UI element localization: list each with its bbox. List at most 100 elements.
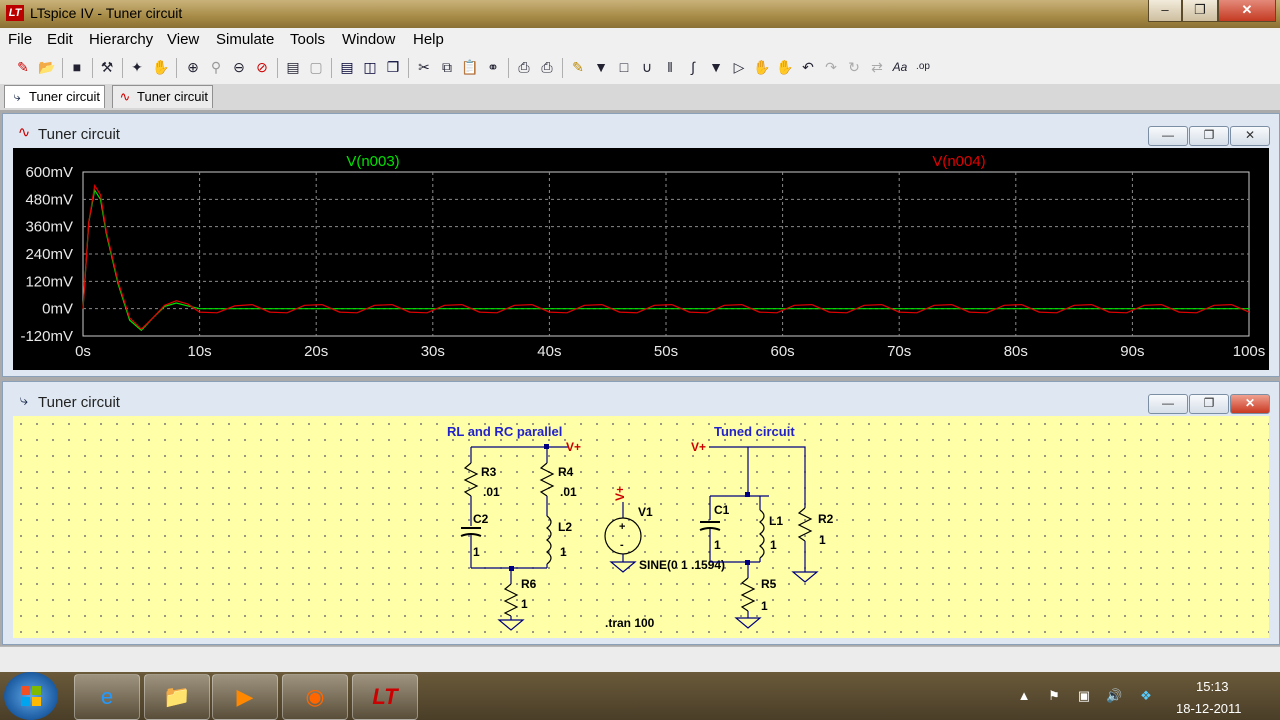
capacitor-icon[interactable]: ‖ [661,58,679,76]
r2-value: 1 [819,533,826,547]
internet-explorer-icon[interactable]: e [74,674,140,720]
text-icon[interactable]: Aa [891,58,909,76]
move-icon[interactable]: ✋ [753,58,771,76]
spice-directive-icon[interactable]: .op [914,58,932,76]
redo-icon[interactable]: ↷ [822,58,840,76]
schematic-canvas[interactable]: RL and RC parallel V+ R3 .01 C2 1 R4 .01… [13,416,1269,638]
x-tick-label: 40s [537,343,561,360]
inductor-icon[interactable]: ∫ [684,58,702,76]
network-icon[interactable]: ▣ [1076,688,1092,704]
y-tick-label: 120mV [25,273,73,290]
zoom-in-icon[interactable]: ⊕ [184,58,202,76]
r2-label: R2 [818,512,834,526]
menu-window[interactable]: Window [342,31,395,48]
r5-label: R5 [761,577,777,591]
tile-vertical-icon[interactable]: ◫ [361,58,379,76]
copy-icon[interactable]: ⧉ [438,58,456,76]
firefox-icon[interactable]: ◉ [282,674,348,720]
open-icon[interactable]: 📂 [38,58,56,76]
resistor-icon[interactable]: ∪ [638,58,656,76]
schematic-window: ⤷ Tuner circuit — ❐ ✕ RL and RC parallel… [2,381,1280,645]
status-bar [0,646,1280,673]
tab-bar: ⤷ Tuner circuit ∿ Tuner circuit [0,84,1280,110]
draw-wire-icon[interactable]: ✎ [569,58,587,76]
toolbar: ✎ 📂 ■ ⚒ ✦ ✋ ⊕ ⚲ ⊖ ⊘ ▤ ▢ ▤ ◫ ❐ ✂ ⧉ 📋 ⚭ ⎙ … [0,52,1280,85]
ground-r5 [734,617,762,629]
svg-text:-: - [620,539,624,551]
menu-edit[interactable]: Edit [47,31,73,48]
waveform-icon: ∿ [119,89,131,104]
c1-value: 1 [714,538,721,552]
plot-minimize-button[interactable]: — [1148,126,1188,146]
menu-tools[interactable]: Tools [290,31,325,48]
start-button[interactable] [4,672,58,720]
plot-close-button[interactable]: ✕ [1230,126,1270,146]
x-tick-label: 50s [654,343,678,360]
menu-view[interactable]: View [167,31,199,48]
ltspice-taskbar-icon[interactable]: LT [352,674,418,720]
clock-time[interactable]: 15:13 [1196,679,1229,694]
pan-icon[interactable]: ⚲ [207,58,225,76]
cascade-icon[interactable]: ❐ [384,58,402,76]
plot-maximize-button[interactable]: ❐ [1189,126,1229,146]
x-tick-label: 80s [1004,343,1028,360]
menu-help[interactable]: Help [413,31,444,48]
control-panel-icon[interactable]: ⚒ [98,58,116,76]
save-icon[interactable]: ■ [68,58,86,76]
paste-icon[interactable]: 📋 [461,58,479,76]
tab-schematic[interactable]: ⤷ Tuner circuit [4,85,106,108]
y-tick-label: 240mV [25,246,73,263]
halt-icon[interactable]: ✋ [152,58,170,76]
maximize-button[interactable]: ❐ [1182,0,1218,22]
minimize-button[interactable]: – [1148,0,1182,22]
autorange-icon[interactable]: ▤ [284,58,302,76]
cut-icon[interactable]: ✂ [415,58,433,76]
menu-simulate[interactable]: Simulate [216,31,274,48]
action-center-flag-icon[interactable]: ⚑ [1046,688,1062,704]
l2-label: L2 [558,520,572,534]
find-icon[interactable]: ⚭ [484,58,502,76]
print-setup-icon[interactable]: ⎙ [515,58,533,76]
waveform-icon: ∿ [17,124,31,141]
y-tick-label: 480mV [25,191,73,208]
waveform-chart[interactable]: 0s 10s 20s 30s 40s 50s 60s 70s 80s 90s 100s 600mV 48… [13,148,1269,370]
run-icon[interactable]: ✦ [128,58,146,76]
mirror-icon[interactable]: ⇄ [868,58,886,76]
schematic-minimize-button[interactable]: — [1148,394,1188,414]
ground-icon[interactable]: ▼ [592,58,610,76]
component-icon[interactable]: ▷ [730,58,748,76]
print-icon[interactable]: ⎙ [538,58,556,76]
schematic-drawing[interactable]: RL and RC parallel V+ R3 .01 C2 1 R4 .01… [13,416,1269,638]
media-player-icon[interactable]: ▶ [212,674,278,720]
tile-horizontal-icon[interactable]: ▤ [338,58,356,76]
r5-resistor [740,577,756,612]
zoom-fit-icon[interactable]: ⊘ [253,58,271,76]
close-button[interactable]: ✕ [1218,0,1276,22]
rotate-icon[interactable]: ↻ [845,58,863,76]
r4-value: .01 [560,485,577,499]
l1-label: L1 [769,514,783,528]
diode-icon[interactable]: ▼ [707,58,725,76]
clock-date[interactable]: 18-12-2011 [1176,701,1242,716]
l2-value: 1 [560,545,567,559]
new-schematic-icon[interactable]: ✎ [14,58,32,76]
r6-value: 1 [521,597,528,611]
plot-pane[interactable]: 0s 10s 20s 30s 40s 50s 60s 70s 80s 90s 100s 600mV 48… [13,148,1269,370]
volume-icon[interactable]: 🔊 [1106,688,1122,704]
explorer-folder-icon[interactable]: 📁 [144,674,210,720]
schematic-maximize-button[interactable]: ❐ [1189,394,1229,414]
schematic-close-button[interactable]: ✕ [1230,394,1270,414]
pick-visible-icon[interactable]: ▢ [307,58,325,76]
ltspice-logo-icon: LT [6,5,24,21]
show-hidden-icons-icon[interactable]: ▲ [1016,688,1032,704]
zoom-out-icon[interactable]: ⊖ [230,58,248,76]
label-net-icon[interactable]: □ [615,58,633,76]
menu-file[interactable]: File [8,31,32,48]
menu-hierarchy[interactable]: Hierarchy [89,31,153,48]
undo-icon[interactable]: ↶ [799,58,817,76]
v1-label: V1 [638,505,653,519]
tab-waveform[interactable]: ∿ Tuner circuit [112,85,214,108]
x-tick-label: 30s [421,343,445,360]
drag-icon[interactable]: ✋ [776,58,794,76]
dropbox-icon[interactable]: ❖ [1138,688,1154,704]
